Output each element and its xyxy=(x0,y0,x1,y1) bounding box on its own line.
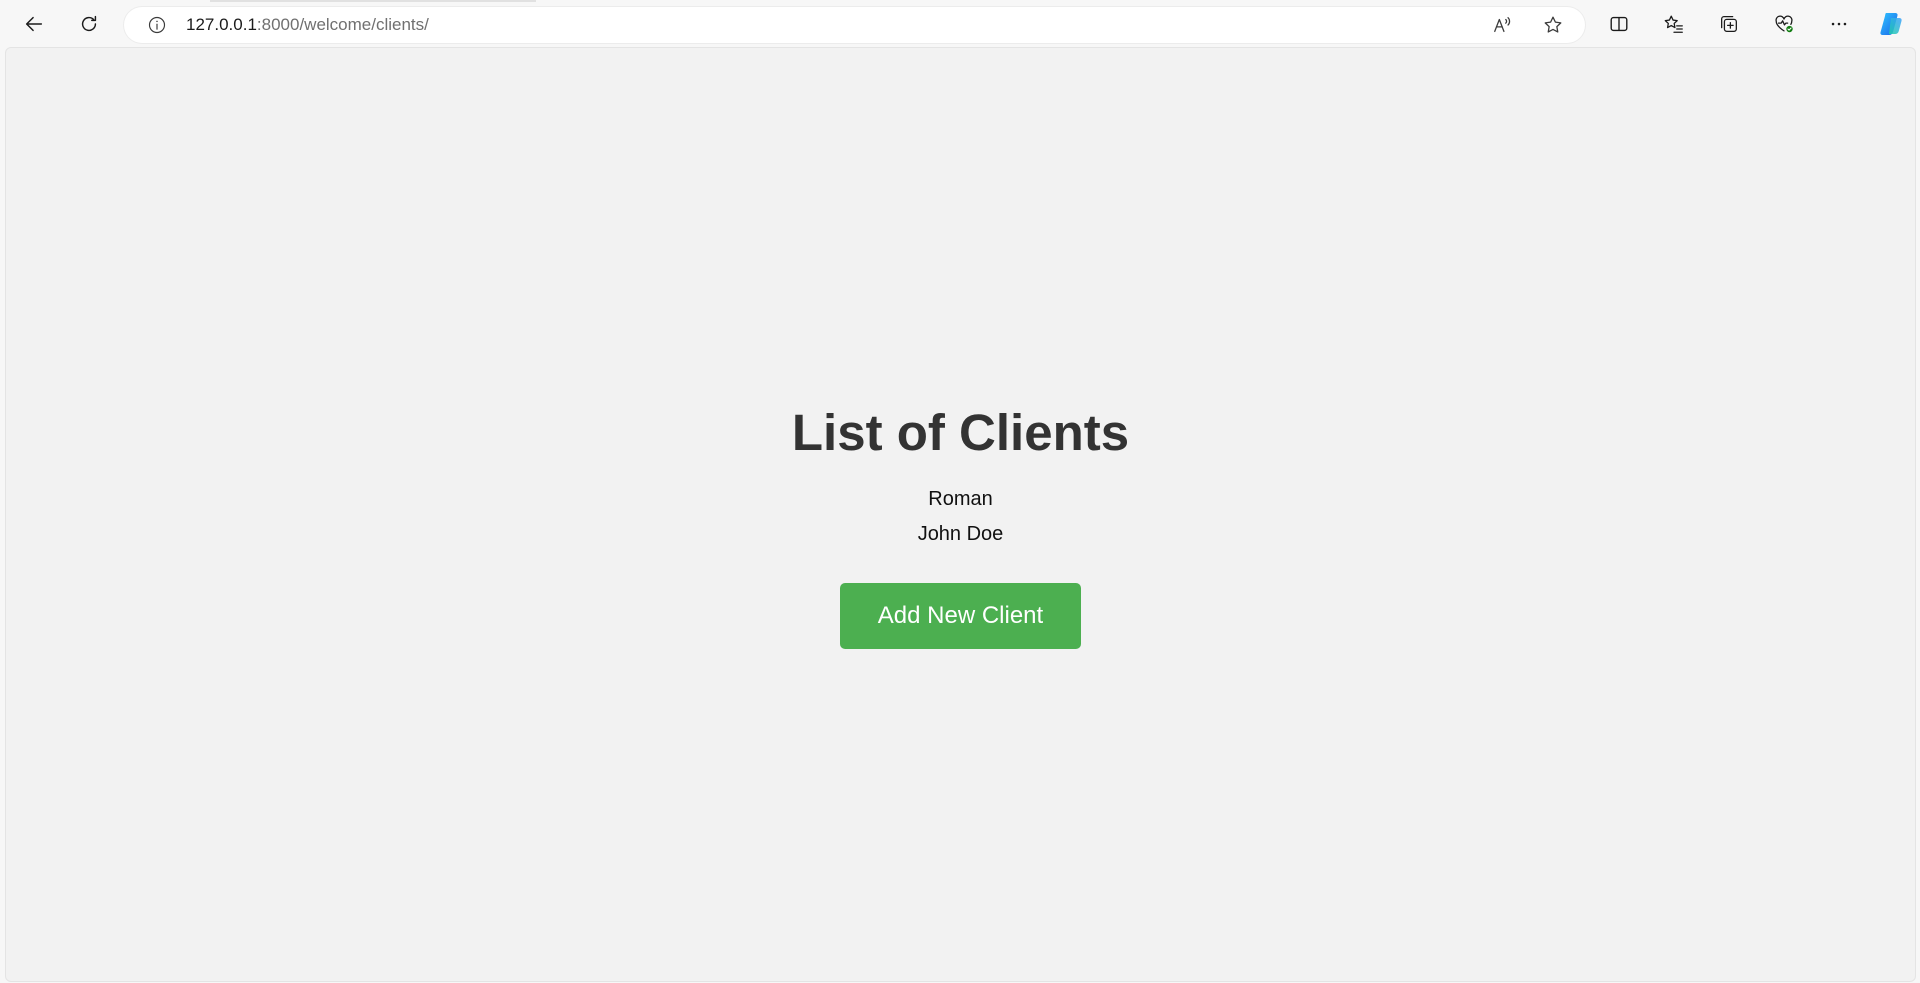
url-text[interactable]: 127.0.0.1:8000/welcome/clients/ xyxy=(186,7,429,43)
back-button[interactable] xyxy=(17,8,51,40)
url-host: 127.0.0.1 xyxy=(186,15,257,34)
settings-more-button[interactable] xyxy=(1822,8,1856,40)
back-arrow-icon xyxy=(25,16,43,32)
refresh-icon xyxy=(81,15,97,32)
split-screen-icon xyxy=(1610,16,1628,32)
read-aloud-icon xyxy=(1494,17,1511,33)
collections-button[interactable] xyxy=(1712,8,1746,40)
tab-strip-edge xyxy=(210,0,536,2)
copilot-icon xyxy=(1880,13,1902,35)
more-dots-icon xyxy=(1831,22,1847,26)
split-screen-button[interactable] xyxy=(1602,8,1636,40)
info-icon xyxy=(148,16,166,34)
site-info-button[interactable] xyxy=(146,14,168,36)
refresh-button[interactable] xyxy=(72,8,106,40)
copilot-button[interactable] xyxy=(1877,10,1905,38)
read-aloud-button[interactable] xyxy=(1491,14,1515,36)
client-list: Roman John Doe xyxy=(918,482,1004,552)
browser-essentials-button[interactable] xyxy=(1767,8,1801,40)
client-list-item: John Doe xyxy=(917,523,1004,545)
address-bar[interactable]: 127.0.0.1:8000/welcome/clients/ xyxy=(124,7,1585,43)
page-title: List of Clients xyxy=(791,404,1130,461)
add-new-client-button[interactable]: Add New Client xyxy=(840,583,1081,649)
url-path: :8000/welcome/clients/ xyxy=(256,15,429,34)
star-icon xyxy=(1544,16,1562,33)
browser-toolbar: 127.0.0.1:8000/welcome/clients/ xyxy=(0,0,1920,47)
client-list-item: Roman xyxy=(928,488,993,510)
favorites-list-icon xyxy=(1664,15,1683,33)
collections-icon xyxy=(1721,16,1737,32)
favorite-button[interactable] xyxy=(1541,14,1565,36)
heart-pulse-icon xyxy=(1775,15,1794,34)
page-viewport: List of Clients Roman John Doe Add New C… xyxy=(5,47,1916,982)
favorites-button[interactable] xyxy=(1657,8,1691,40)
